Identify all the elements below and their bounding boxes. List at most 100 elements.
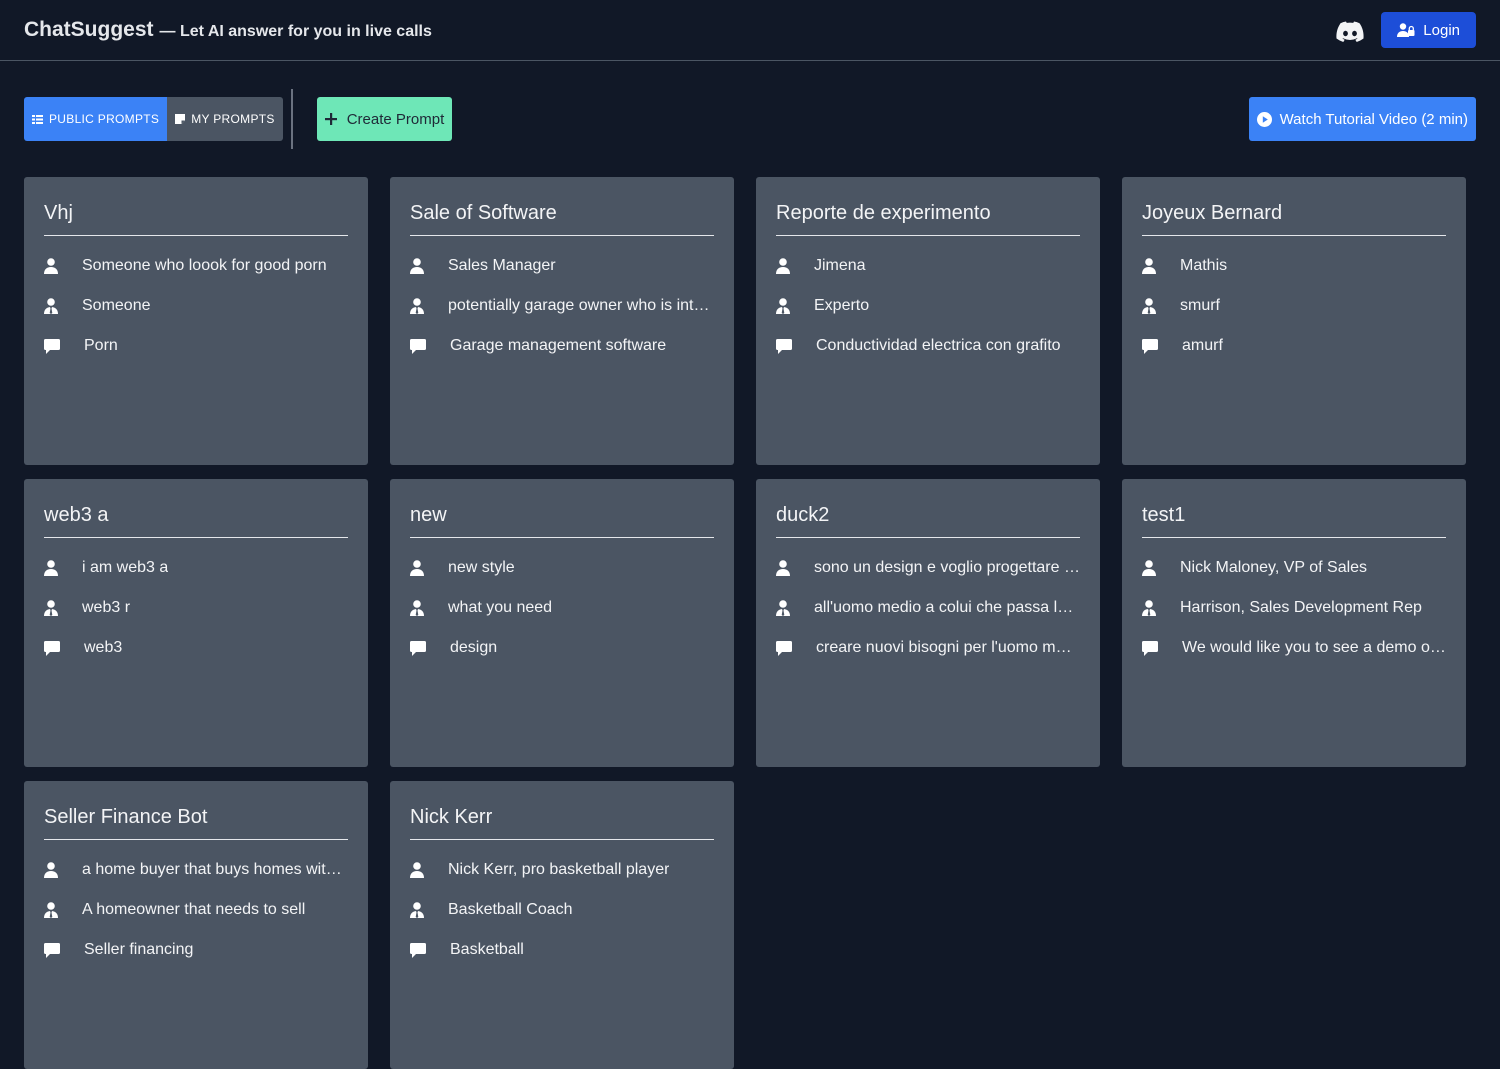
prompt-other-row: what you need bbox=[410, 588, 714, 628]
watch-tutorial-button[interactable]: Watch Tutorial Video (2 min) bbox=[1248, 97, 1476, 141]
prompt-topic-row: amurf bbox=[1142, 326, 1446, 366]
brand-tagline: — Let AI answer for you in live calls bbox=[159, 23, 432, 40]
prompt-topic-row: creare nuovi bisogni per l'uomo medio bbox=[776, 628, 1080, 668]
prompt-you-text: Nick Maloney, VP of Sales bbox=[1180, 559, 1368, 576]
prompt-topic-text: Garage management software bbox=[450, 337, 667, 354]
prompt-you-row: i am web3 a bbox=[44, 548, 348, 588]
create-prompt-label: Create Prompt bbox=[346, 110, 445, 128]
prompt-you-text: i am web3 a bbox=[82, 559, 169, 576]
prompt-card-title: duck2 bbox=[776, 501, 1080, 538]
prompt-card[interactable]: Sale of Software Sales Manager potential… bbox=[390, 177, 734, 465]
user-tie-icon bbox=[44, 902, 82, 918]
prompt-card[interactable]: Reporte de experimento Jimena Experto Co… bbox=[756, 177, 1100, 465]
prompt-you-row: Mathis bbox=[1142, 246, 1446, 286]
prompt-you-text: Jimena bbox=[814, 257, 866, 274]
prompt-card[interactable]: new new style what you need design bbox=[390, 479, 734, 767]
prompt-topic-row: We would like you to see a demo of our p… bbox=[1142, 628, 1446, 668]
prompt-card[interactable]: test1 Nick Maloney, VP of Sales Harrison… bbox=[1122, 479, 1466, 767]
user-icon bbox=[44, 258, 82, 274]
user-icon bbox=[776, 258, 814, 274]
login-label: Login bbox=[1423, 21, 1460, 39]
prompt-you-row: Nick Kerr, pro basketball player bbox=[410, 850, 714, 890]
public-prompts-label: PUBLIC PROMPTS bbox=[49, 112, 160, 126]
prompt-you-row: Someone who loook for good porn bbox=[44, 246, 348, 286]
prompt-card[interactable]: web3 a i am web3 a web3 r web3 bbox=[24, 479, 368, 767]
prompt-other-row: Harrison, Sales Development Rep bbox=[1142, 588, 1446, 628]
prompt-you-text: new style bbox=[448, 559, 515, 576]
create-prompt-button[interactable]: Create Prompt bbox=[316, 97, 453, 141]
comment-icon bbox=[1142, 338, 1182, 354]
top-header: ChatSuggest — Let AI answer for you in l… bbox=[0, 0, 1500, 61]
user-icon bbox=[1142, 258, 1180, 274]
user-icon bbox=[776, 560, 814, 576]
prompt-card[interactable]: Joyeux Bernard Mathis smurf amurf bbox=[1122, 177, 1466, 465]
prompt-topic-row: Seller financing bbox=[44, 930, 348, 970]
user-icon bbox=[44, 560, 82, 576]
comment-icon bbox=[776, 338, 816, 354]
prompt-card-grid: Vhj Someone who loook for good porn Some… bbox=[0, 177, 1500, 1069]
prompt-card[interactable]: Vhj Someone who loook for good porn Some… bbox=[24, 177, 368, 465]
prompt-topic-row: Conductividad electrica con grafito bbox=[776, 326, 1080, 366]
watch-tutorial-label: Watch Tutorial Video (2 min) bbox=[1279, 110, 1468, 128]
prompt-topic-text: Basketball bbox=[450, 941, 524, 958]
prompt-filter-toggle: PUBLIC PROMPTS MY PROMPTS bbox=[24, 97, 283, 141]
prompt-other-row: all'uomo medio a colui che passa la gior… bbox=[776, 588, 1080, 628]
prompt-card-title: test1 bbox=[1142, 501, 1446, 538]
prompt-you-text: a home buyer that buys homes with seller… bbox=[82, 861, 348, 878]
prompt-other-text: what you need bbox=[448, 599, 553, 616]
prompt-other-row: potentially garage owner who is interest… bbox=[410, 286, 714, 326]
prompt-topic-row: Garage management software bbox=[410, 326, 714, 366]
toolbar: PUBLIC PROMPTS MY PROMPTS Create Prompt … bbox=[0, 61, 1500, 177]
prompt-topic-row: Basketball bbox=[410, 930, 714, 970]
prompt-card-title: new bbox=[410, 501, 714, 538]
brand-name: ChatSuggest bbox=[24, 18, 154, 41]
prompt-you-row: sono un design e voglio progettare un pr… bbox=[776, 548, 1080, 588]
comment-icon bbox=[410, 942, 450, 958]
prompt-card[interactable]: Nick Kerr Nick Kerr, pro basketball play… bbox=[390, 781, 734, 1069]
my-prompts-label: MY PROMPTS bbox=[191, 112, 275, 126]
prompt-card[interactable]: duck2 sono un design e voglio progettare… bbox=[756, 479, 1100, 767]
prompt-you-row: new style bbox=[410, 548, 714, 588]
brand: ChatSuggest — Let AI answer for you in l… bbox=[24, 18, 432, 42]
comment-icon bbox=[1142, 640, 1182, 656]
user-tie-icon bbox=[776, 600, 814, 616]
prompt-other-text: Basketball Coach bbox=[448, 901, 573, 918]
prompt-you-row: Nick Maloney, VP of Sales bbox=[1142, 548, 1446, 588]
user-tie-icon bbox=[1142, 298, 1180, 314]
comment-icon bbox=[44, 640, 84, 656]
user-icon bbox=[44, 862, 82, 878]
prompt-card[interactable]: Seller Finance Bot a home buyer that buy… bbox=[24, 781, 368, 1069]
prompt-other-text: all'uomo medio a colui che passa la gior… bbox=[814, 599, 1080, 616]
prompt-other-text: Experto bbox=[814, 297, 870, 314]
prompt-other-row: web3 r bbox=[44, 588, 348, 628]
prompt-topic-row: design bbox=[410, 628, 714, 668]
grid-icon bbox=[32, 114, 43, 124]
prompt-other-text: Someone bbox=[82, 297, 151, 314]
user-tie-icon bbox=[44, 600, 82, 616]
prompt-other-row: smurf bbox=[1142, 286, 1446, 326]
prompt-other-text: potentially garage owner who is interest… bbox=[448, 297, 714, 314]
my-prompts-tab[interactable]: MY PROMPTS bbox=[167, 97, 283, 141]
comment-icon bbox=[410, 338, 450, 354]
prompt-card-title: Sale of Software bbox=[410, 199, 714, 236]
prompt-you-row: Jimena bbox=[776, 246, 1080, 286]
login-button[interactable]: Login bbox=[1381, 12, 1476, 48]
plus-icon bbox=[324, 113, 337, 125]
prompt-card-title: web3 a bbox=[44, 501, 348, 538]
prompt-card-title: Reporte de experimento bbox=[776, 199, 1080, 236]
discord-icon[interactable] bbox=[1335, 20, 1365, 44]
prompt-topic-text: We would like you to see a demo of our p… bbox=[1182, 639, 1446, 656]
comment-icon bbox=[44, 942, 84, 958]
user-tie-icon bbox=[776, 298, 814, 314]
prompt-topic-text: amurf bbox=[1182, 337, 1223, 354]
prompt-other-text: A homeowner that needs to sell bbox=[82, 901, 306, 918]
prompt-other-row: Someone bbox=[44, 286, 348, 326]
user-tie-icon bbox=[410, 298, 448, 314]
user-icon bbox=[410, 258, 448, 274]
public-prompts-tab[interactable]: PUBLIC PROMPTS bbox=[24, 97, 168, 141]
user-tie-icon bbox=[44, 298, 82, 314]
prompt-topic-text: Conductividad electrica con grafito bbox=[816, 337, 1061, 354]
comment-icon bbox=[44, 338, 84, 354]
prompt-other-row: A homeowner that needs to sell bbox=[44, 890, 348, 930]
prompt-you-text: Sales Manager bbox=[448, 257, 556, 274]
